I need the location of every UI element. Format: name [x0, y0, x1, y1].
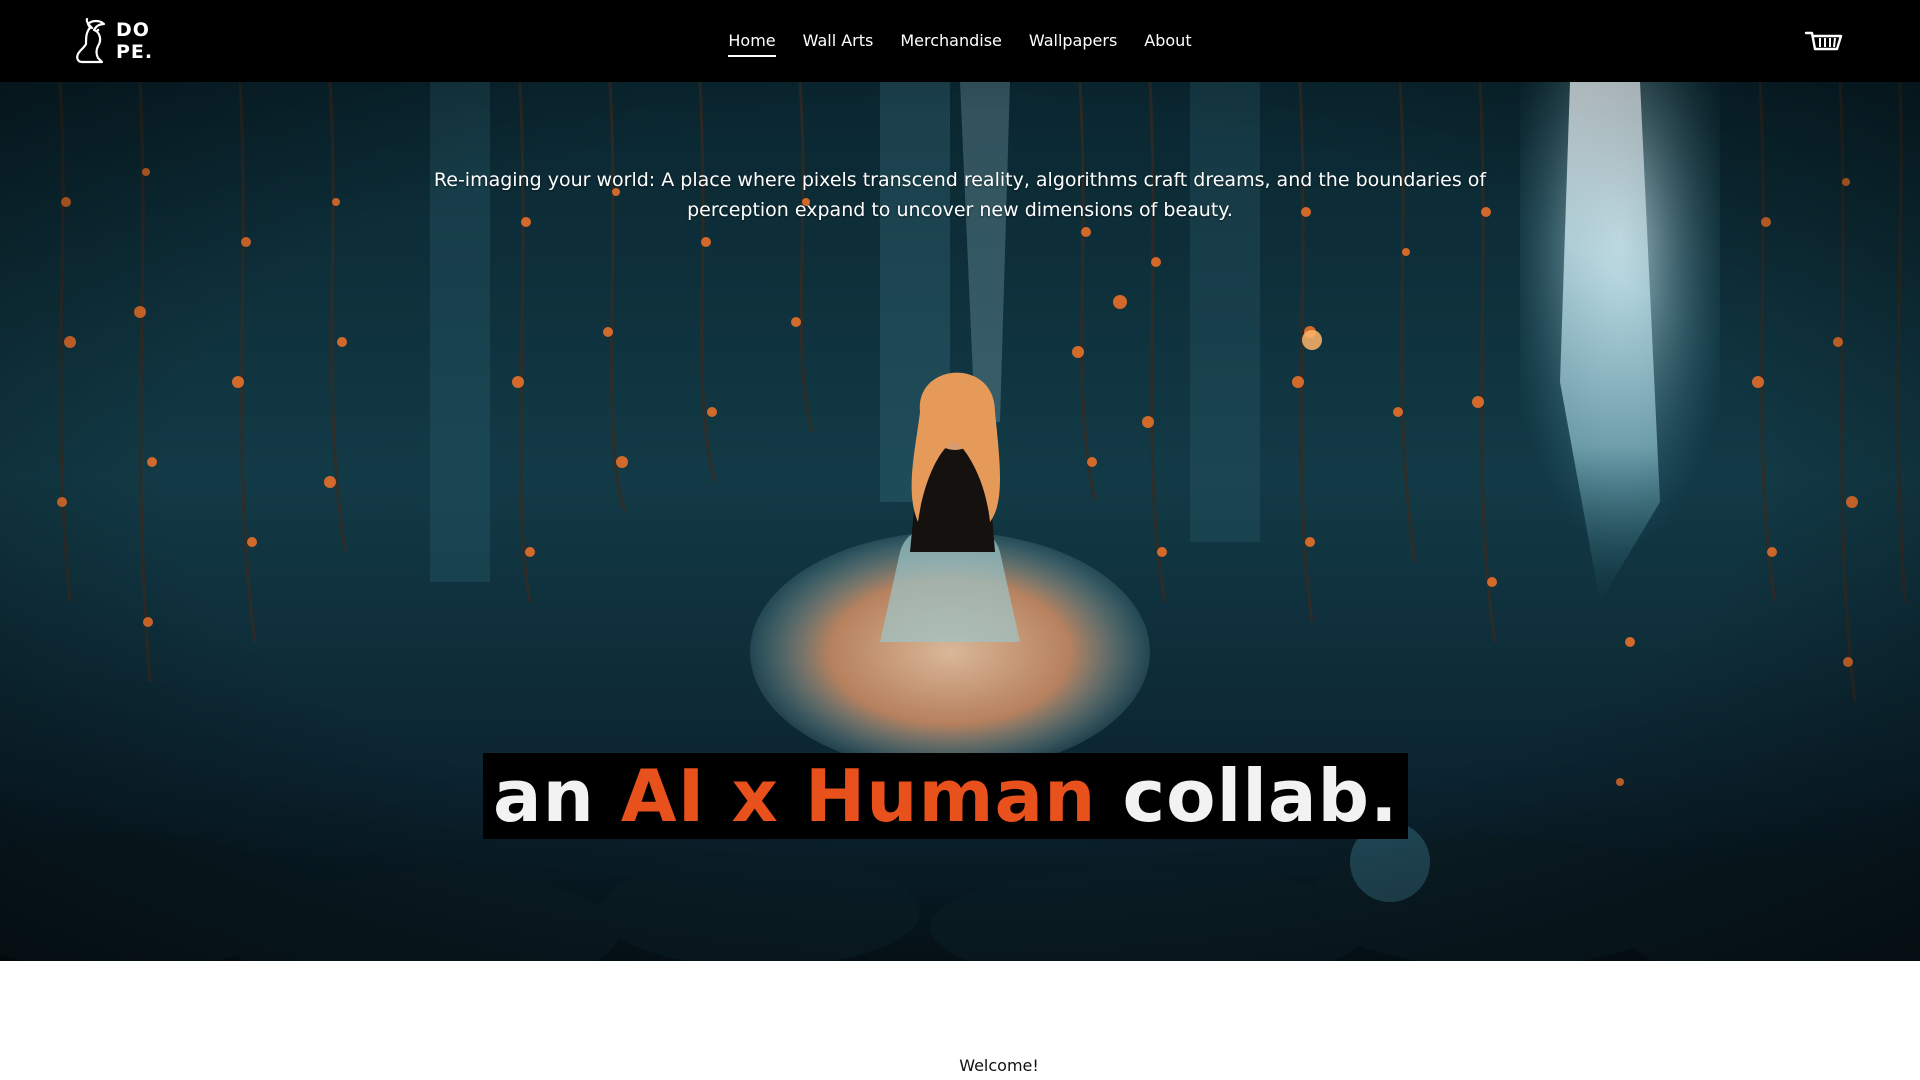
headline-part-3: collab.: [1096, 754, 1399, 838]
nav-wall-arts[interactable]: Wall Arts: [803, 25, 874, 57]
nav-wallpapers[interactable]: Wallpapers: [1029, 25, 1117, 57]
main-nav: Home Wall Arts Merchandise Wallpapers Ab…: [0, 0, 1920, 82]
nav-merchandise[interactable]: Merchandise: [900, 25, 1002, 57]
nav-home[interactable]: Home: [728, 25, 776, 57]
welcome-text: Welcome!: [959, 1056, 1039, 1075]
site-header: DO PE. Home Wall Arts Merchandise Wallpa…: [0, 0, 1920, 82]
hero-subtitle: Re-imaging your world: A place where pix…: [433, 169, 1487, 221]
headline-part-2: AI x Human: [620, 754, 1097, 838]
nav-about[interactable]: About: [1144, 25, 1191, 57]
cart-button[interactable]: [1804, 24, 1844, 58]
hero-section: Re-imaging your world: A place where pix…: [0, 82, 1920, 961]
headline-part-1: an: [493, 754, 621, 838]
cart-icon: [1804, 31, 1843, 51]
hero-headline: an AI x Human collab.: [483, 753, 1409, 839]
